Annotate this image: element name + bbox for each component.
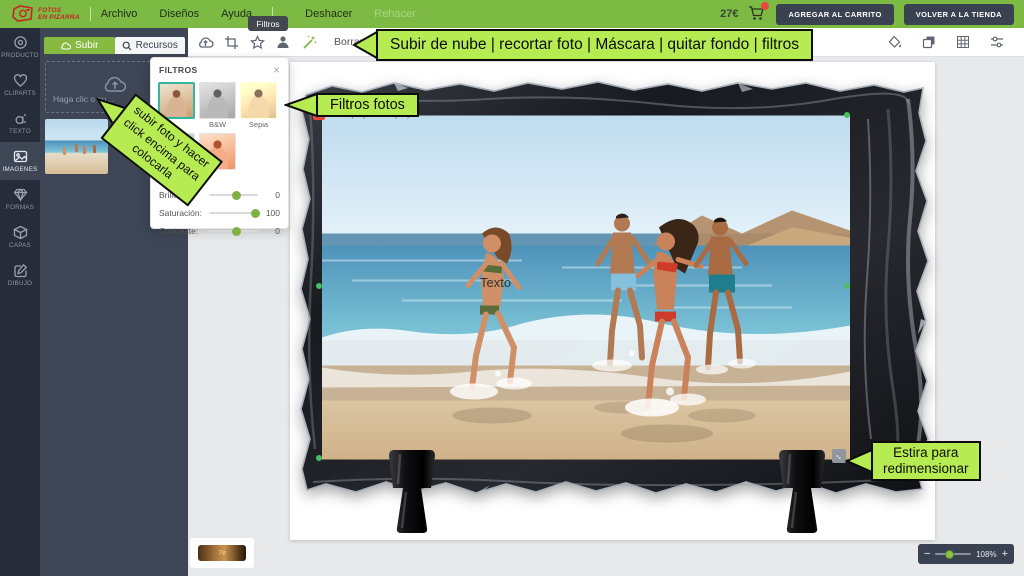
contraste-slider-track[interactable] <box>209 230 258 232</box>
text-icon <box>13 111 28 126</box>
price-label: 27€ <box>720 8 738 20</box>
selection-handle-top-right[interactable] <box>844 112 850 118</box>
saturacion-slider-knob[interactable] <box>251 209 260 218</box>
selection-handle-right[interactable] <box>844 283 850 289</box>
cart-badge <box>761 2 769 10</box>
annotation-resize-note: Estira para redimensionar <box>845 441 981 481</box>
upload-cloud-icon <box>60 41 71 50</box>
redo-button[interactable]: Rehacer <box>374 8 416 20</box>
undo-button[interactable]: Deshacer <box>305 8 352 20</box>
canvas-text-element[interactable]: Texto <box>480 275 511 290</box>
menu-archivo[interactable]: Archivo <box>101 8 138 20</box>
sidebar-item-producto[interactable]: PRODUCTO <box>0 28 40 66</box>
draw-icon <box>13 263 28 278</box>
settings-sliders-icon[interactable] <box>984 31 1010 53</box>
fill-color-icon[interactable] <box>882 31 908 53</box>
sidebar-item-cliparts[interactable]: CLIPARTS <box>0 66 40 104</box>
sidebar-item-capas[interactable]: CAPAS <box>0 218 40 256</box>
zoom-slider-knob[interactable] <box>945 550 954 559</box>
brand-logo[interactable]: FOTOS EN PIZARRA <box>12 5 80 23</box>
annotation-toolbar-note: Subir de nube | recortar foto | Máscara … <box>352 29 813 61</box>
brillo-slider-knob[interactable] <box>232 191 241 200</box>
product-icon <box>13 35 28 50</box>
search-icon <box>122 41 132 51</box>
canvas-photo[interactable]: Texto <box>322 115 850 460</box>
shapes-icon <box>13 187 28 202</box>
filters-wand-icon[interactable] <box>296 31 322 53</box>
menu-disenos[interactable]: Diseños <box>159 8 199 20</box>
annotation-arrow-left-icon <box>284 90 318 120</box>
annotation-arrow-left-icon <box>352 29 378 61</box>
close-icon[interactable]: × <box>273 64 280 76</box>
brand-logo-icon <box>12 5 34 23</box>
heart-icon <box>13 73 28 88</box>
sidebar: PRODUCTO CLIPARTS TEXTO IMAGENES <box>0 28 40 576</box>
filter-thumb-sepia[interactable]: Sepia <box>240 82 277 129</box>
resize-arrows-icon: ↔ <box>832 449 845 462</box>
images-icon <box>13 149 28 164</box>
add-to-cart-button[interactable]: AGREGAR AL CARRITO <box>776 4 893 25</box>
easel-stand-right <box>776 450 828 534</box>
filter-thumb-bw[interactable]: B&W <box>199 82 236 129</box>
selection-handle-left[interactable] <box>316 283 322 289</box>
contraste-slider-knob[interactable] <box>232 227 241 236</box>
saturacion-slider-track[interactable] <box>209 212 258 214</box>
remove-background-icon[interactable] <box>270 31 296 53</box>
zoom-slider[interactable] <box>935 553 971 555</box>
zoom-control: − 108% + <box>918 544 1014 564</box>
annotation-filters-note: Filtros fotos <box>284 90 419 120</box>
swatch-container: 7e <box>190 538 254 568</box>
sidebar-item-dibujo[interactable]: DIBUJO <box>0 256 40 294</box>
zoom-in-button[interactable]: + <box>1002 549 1008 560</box>
filter-preview <box>158 82 195 119</box>
slider-contraste: Contraste: 0 <box>159 222 280 240</box>
easel-stand-left <box>386 450 438 534</box>
crop-icon[interactable] <box>218 31 244 53</box>
beach-photo <box>322 115 850 460</box>
duplicate-icon[interactable] <box>916 31 942 53</box>
filter-preview <box>240 82 277 119</box>
topbar: FOTOS EN PIZARRA Archivo Diseños Ayuda D… <box>0 0 1024 28</box>
annotation-arrow-left-icon <box>845 446 873 476</box>
sidebar-item-imagenes[interactable]: IMAGENES <box>0 142 40 180</box>
sidebar-item-texto[interactable]: TEXTO <box>0 104 40 142</box>
zoom-value: 108% <box>976 550 996 559</box>
filters-popup-title: FILTROS <box>159 65 198 75</box>
grid-icon[interactable] <box>950 31 976 53</box>
selection-handle-bottom-left[interactable] <box>316 455 322 461</box>
zoom-out-button[interactable]: − <box>924 549 930 560</box>
filter-preview <box>199 82 236 119</box>
brillo-slider-track[interactable] <box>209 194 258 196</box>
resize-handle[interactable]: ↔ <box>832 449 846 463</box>
sidebar-item-formas[interactable]: FORMAS <box>0 180 40 218</box>
layers-icon <box>13 225 28 240</box>
topbar-divider <box>90 7 91 21</box>
cloud-upload-icon[interactable] <box>192 31 218 53</box>
mask-star-icon[interactable] <box>244 31 270 53</box>
cart-button[interactable] <box>748 6 766 22</box>
app-root: FOTOS EN PIZARRA Archivo Diseños Ayuda D… <box>0 0 1024 576</box>
filtros-tooltip: Filtros <box>248 16 288 31</box>
tab-subir[interactable]: Subir <box>44 37 115 54</box>
slider-saturacion: Saturación: 100 <box>159 204 280 222</box>
back-to-store-button[interactable]: VOLVER A LA TIENDA <box>904 4 1014 25</box>
tab-recursos[interactable]: Recursos <box>115 37 186 54</box>
brand-logo-text: FOTOS EN PIZARRA <box>38 7 80 21</box>
color-swatch[interactable]: 7e <box>198 545 246 561</box>
